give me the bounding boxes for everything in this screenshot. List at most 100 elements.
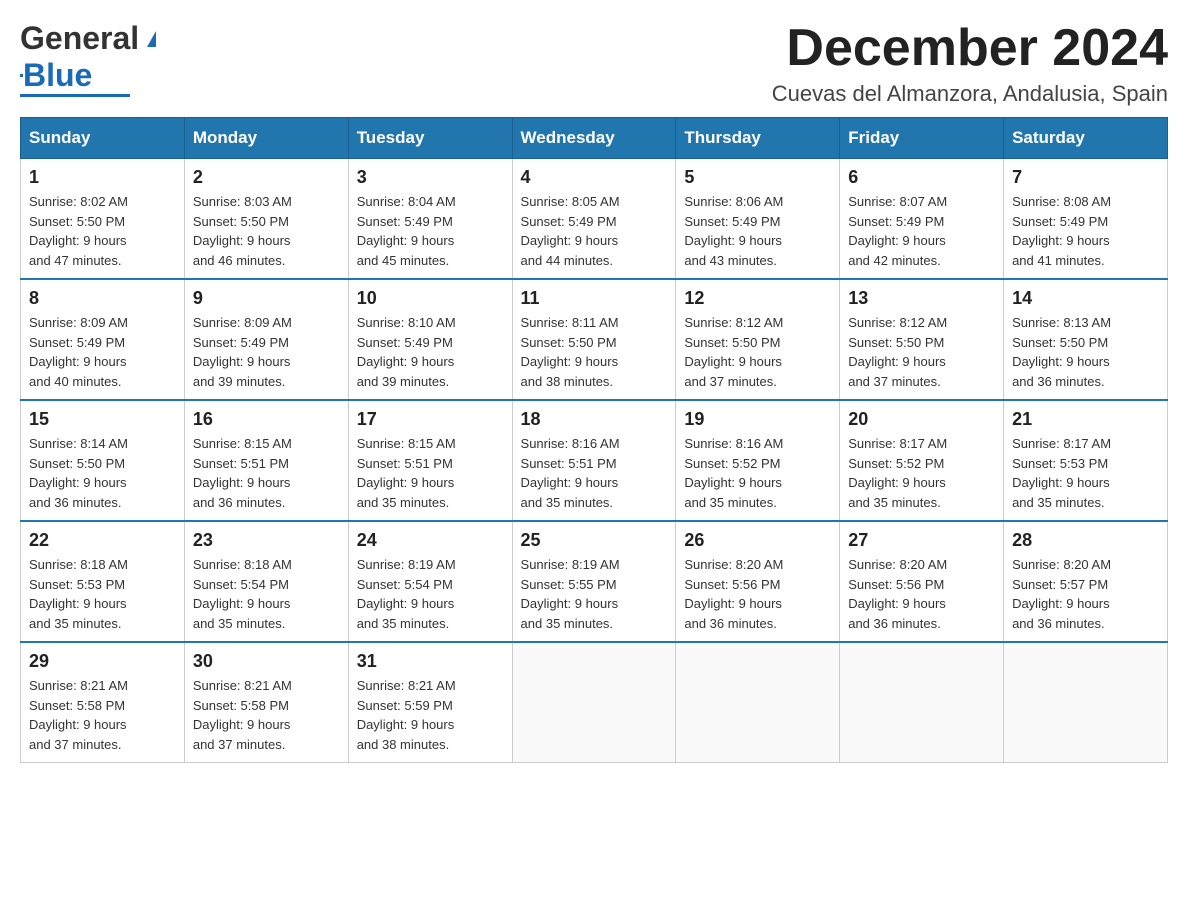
calendar-day-cell: 26Sunrise: 8:20 AMSunset: 5:56 PMDayligh… xyxy=(676,521,840,642)
calendar-day-cell: 16 Sunrise: 8:15 AMSunset: 5:51 PMDayligh… xyxy=(184,400,348,521)
day-info: Sunrise: 8:10 AMSunset: 5:49 PMDaylight:… xyxy=(357,313,504,391)
day-info: Sunrise: 8:09 AMSunset: 5:49 PMDaylight:… xyxy=(29,313,176,391)
day-number: 28 xyxy=(1012,530,1159,551)
day-number: 7 xyxy=(1012,167,1159,188)
header-wednesday: Wednesday xyxy=(512,118,676,159)
header-friday: Friday xyxy=(840,118,1004,159)
calendar-day-cell: 10 Sunrise: 8:10 AMSunset: 5:49 PMDayligh… xyxy=(348,279,512,400)
calendar-day-cell: 15Sunrise: 8:14 AMSunset: 5:50 PMDayligh… xyxy=(21,400,185,521)
header-monday: Monday xyxy=(184,118,348,159)
day-number: 9 xyxy=(193,288,340,309)
day-number: 21 xyxy=(1012,409,1159,430)
calendar-day-cell: 18 Sunrise: 8:16 AMSunset: 5:51 PMDayligh… xyxy=(512,400,676,521)
header-sunday: Sunday xyxy=(21,118,185,159)
calendar-day-cell: 21Sunrise: 8:17 AMSunset: 5:53 PMDayligh… xyxy=(1004,400,1168,521)
calendar-week-row: 15Sunrise: 8:14 AMSunset: 5:50 PMDayligh… xyxy=(21,400,1168,521)
day-info: Sunrise: 8:02 AMSunset: 5:50 PMDaylight:… xyxy=(29,192,176,270)
day-number: 5 xyxy=(684,167,831,188)
calendar-table: SundayMondayTuesdayWednesdayThursdayFrid… xyxy=(20,117,1168,763)
day-info: Sunrise: 8:16 AMSunset: 5:52 PMDaylight:… xyxy=(684,434,831,512)
calendar-day-cell: 25Sunrise: 8:19 AMSunset: 5:55 PMDayligh… xyxy=(512,521,676,642)
day-number: 2 xyxy=(193,167,340,188)
calendar-header-row: SundayMondayTuesdayWednesdayThursdayFrid… xyxy=(21,118,1168,159)
calendar-day-cell: 22 Sunrise: 8:18 AMSunset: 5:53 PMDayligh… xyxy=(21,521,185,642)
calendar-day-cell: 2Sunrise: 8:03 AMSunset: 5:50 PMDaylight… xyxy=(184,159,348,280)
header-thursday: Thursday xyxy=(676,118,840,159)
calendar-day-cell: 11 Sunrise: 8:11 AMSunset: 5:50 PMDayligh… xyxy=(512,279,676,400)
header-tuesday: Tuesday xyxy=(348,118,512,159)
logo-text-black: General xyxy=(20,20,139,57)
calendar-day-cell: 3 Sunrise: 8:04 AMSunset: 5:49 PMDaylight… xyxy=(348,159,512,280)
header-saturday: Saturday xyxy=(1004,118,1168,159)
calendar-day-cell: 13Sunrise: 8:12 AMSunset: 5:50 PMDayligh… xyxy=(840,279,1004,400)
calendar-day-cell: 8 Sunrise: 8:09 AMSunset: 5:49 PMDaylight… xyxy=(21,279,185,400)
calendar-day-cell: 19Sunrise: 8:16 AMSunset: 5:52 PMDayligh… xyxy=(676,400,840,521)
day-number: 22 xyxy=(29,530,176,551)
day-number: 8 xyxy=(29,288,176,309)
day-info: Sunrise: 8:12 AMSunset: 5:50 PMDaylight:… xyxy=(684,313,831,391)
calendar-day-cell: 9Sunrise: 8:09 AMSunset: 5:49 PMDaylight… xyxy=(184,279,348,400)
day-number: 4 xyxy=(521,167,668,188)
day-number: 3 xyxy=(357,167,504,188)
calendar-day-cell: 1 Sunrise: 8:02 AMSunset: 5:50 PMDaylight… xyxy=(21,159,185,280)
day-info: Sunrise: 8:20 AMSunset: 5:57 PMDaylight:… xyxy=(1012,555,1159,633)
day-number: 24 xyxy=(357,530,504,551)
calendar-day-cell: 4 Sunrise: 8:05 AMSunset: 5:49 PMDaylight… xyxy=(512,159,676,280)
day-info: Sunrise: 8:21 AMSunset: 5:58 PMDaylight:… xyxy=(193,676,340,754)
day-info: Sunrise: 8:19 AMSunset: 5:54 PMDaylight:… xyxy=(357,555,504,633)
day-number: 29 xyxy=(29,651,176,672)
day-info: Sunrise: 8:21 AMSunset: 5:59 PMDaylight:… xyxy=(357,676,504,754)
day-number: 23 xyxy=(193,530,340,551)
day-info: Sunrise: 8:19 AMSunset: 5:55 PMDaylight:… xyxy=(521,555,668,633)
day-number: 30 xyxy=(193,651,340,672)
calendar-day-cell: 7Sunrise: 8:08 AMSunset: 5:49 PMDaylight… xyxy=(1004,159,1168,280)
day-number: 10 xyxy=(357,288,504,309)
day-info: Sunrise: 8:18 AMSunset: 5:54 PMDaylight:… xyxy=(193,555,340,633)
calendar-day-cell: 12 Sunrise: 8:12 AMSunset: 5:50 PMDayligh… xyxy=(676,279,840,400)
day-number: 16 xyxy=(193,409,340,430)
page-header: General Blue December 2024 Cuevas del Al… xyxy=(20,20,1168,107)
day-number: 14 xyxy=(1012,288,1159,309)
day-info: Sunrise: 8:11 AMSunset: 5:50 PMDaylight:… xyxy=(521,313,668,391)
day-info: Sunrise: 8:16 AMSunset: 5:51 PMDaylight:… xyxy=(521,434,668,512)
day-info: Sunrise: 8:18 AMSunset: 5:53 PMDaylight:… xyxy=(29,555,176,633)
day-info: Sunrise: 8:04 AMSunset: 5:49 PMDaylight:… xyxy=(357,192,504,270)
calendar-day-cell: 31 Sunrise: 8:21 AMSunset: 5:59 PMDayligh… xyxy=(348,642,512,763)
day-number: 17 xyxy=(357,409,504,430)
calendar-day-cell: 20 Sunrise: 8:17 AMSunset: 5:52 PMDayligh… xyxy=(840,400,1004,521)
day-info: Sunrise: 8:14 AMSunset: 5:50 PMDaylight:… xyxy=(29,434,176,512)
calendar-day-cell: 17 Sunrise: 8:15 AMSunset: 5:51 PMDayligh… xyxy=(348,400,512,521)
day-number: 27 xyxy=(848,530,995,551)
day-info: Sunrise: 8:15 AMSunset: 5:51 PMDaylight:… xyxy=(357,434,504,512)
day-info: Sunrise: 8:05 AMSunset: 5:49 PMDaylight:… xyxy=(521,192,668,270)
calendar-day-cell: 29Sunrise: 8:21 AMSunset: 5:58 PMDayligh… xyxy=(21,642,185,763)
calendar-week-row: 22 Sunrise: 8:18 AMSunset: 5:53 PMDayligh… xyxy=(21,521,1168,642)
day-number: 1 xyxy=(29,167,176,188)
calendar-day-cell: 14 Sunrise: 8:13 AMSunset: 5:50 PMDayligh… xyxy=(1004,279,1168,400)
month-title: December 2024 xyxy=(772,20,1168,77)
calendar-day-cell xyxy=(1004,642,1168,763)
day-info: Sunrise: 8:06 AMSunset: 5:49 PMDaylight:… xyxy=(684,192,831,270)
location: Cuevas del Almanzora, Andalusia, Spain xyxy=(772,81,1168,107)
day-number: 11 xyxy=(521,288,668,309)
day-info: Sunrise: 8:17 AMSunset: 5:52 PMDaylight:… xyxy=(848,434,995,512)
logo-text-blue: Blue xyxy=(23,57,92,94)
calendar-week-row: 1 Sunrise: 8:02 AMSunset: 5:50 PMDaylight… xyxy=(21,159,1168,280)
calendar-day-cell xyxy=(840,642,1004,763)
day-info: Sunrise: 8:13 AMSunset: 5:50 PMDaylight:… xyxy=(1012,313,1159,391)
day-info: Sunrise: 8:20 AMSunset: 5:56 PMDaylight:… xyxy=(848,555,995,633)
day-number: 6 xyxy=(848,167,995,188)
calendar-week-row: 29 Sunrise: 8:21 AMSunset: 5:58 PMDayligh… xyxy=(21,642,1168,763)
day-info: Sunrise: 8:12 AMSunset: 5:50 PMDaylight:… xyxy=(848,313,995,391)
day-info: Sunrise: 8:07 AMSunset: 5:49 PMDaylight:… xyxy=(848,192,995,270)
logo: General Blue xyxy=(20,20,156,97)
calendar-day-cell xyxy=(676,642,840,763)
day-number: 12 xyxy=(684,288,831,309)
calendar-day-cell: 24 Sunrise: 8:19 AMSunset: 5:54 PMDayligh… xyxy=(348,521,512,642)
day-info: Sunrise: 8:15 AMSunset: 5:51 PMDaylight:… xyxy=(193,434,340,512)
day-number: 18 xyxy=(521,409,668,430)
day-number: 20 xyxy=(848,409,995,430)
day-number: 31 xyxy=(357,651,504,672)
day-number: 26 xyxy=(684,530,831,551)
calendar-day-cell: 28 Sunrise: 8:20 AMSunset: 5:57 PMDayligh… xyxy=(1004,521,1168,642)
